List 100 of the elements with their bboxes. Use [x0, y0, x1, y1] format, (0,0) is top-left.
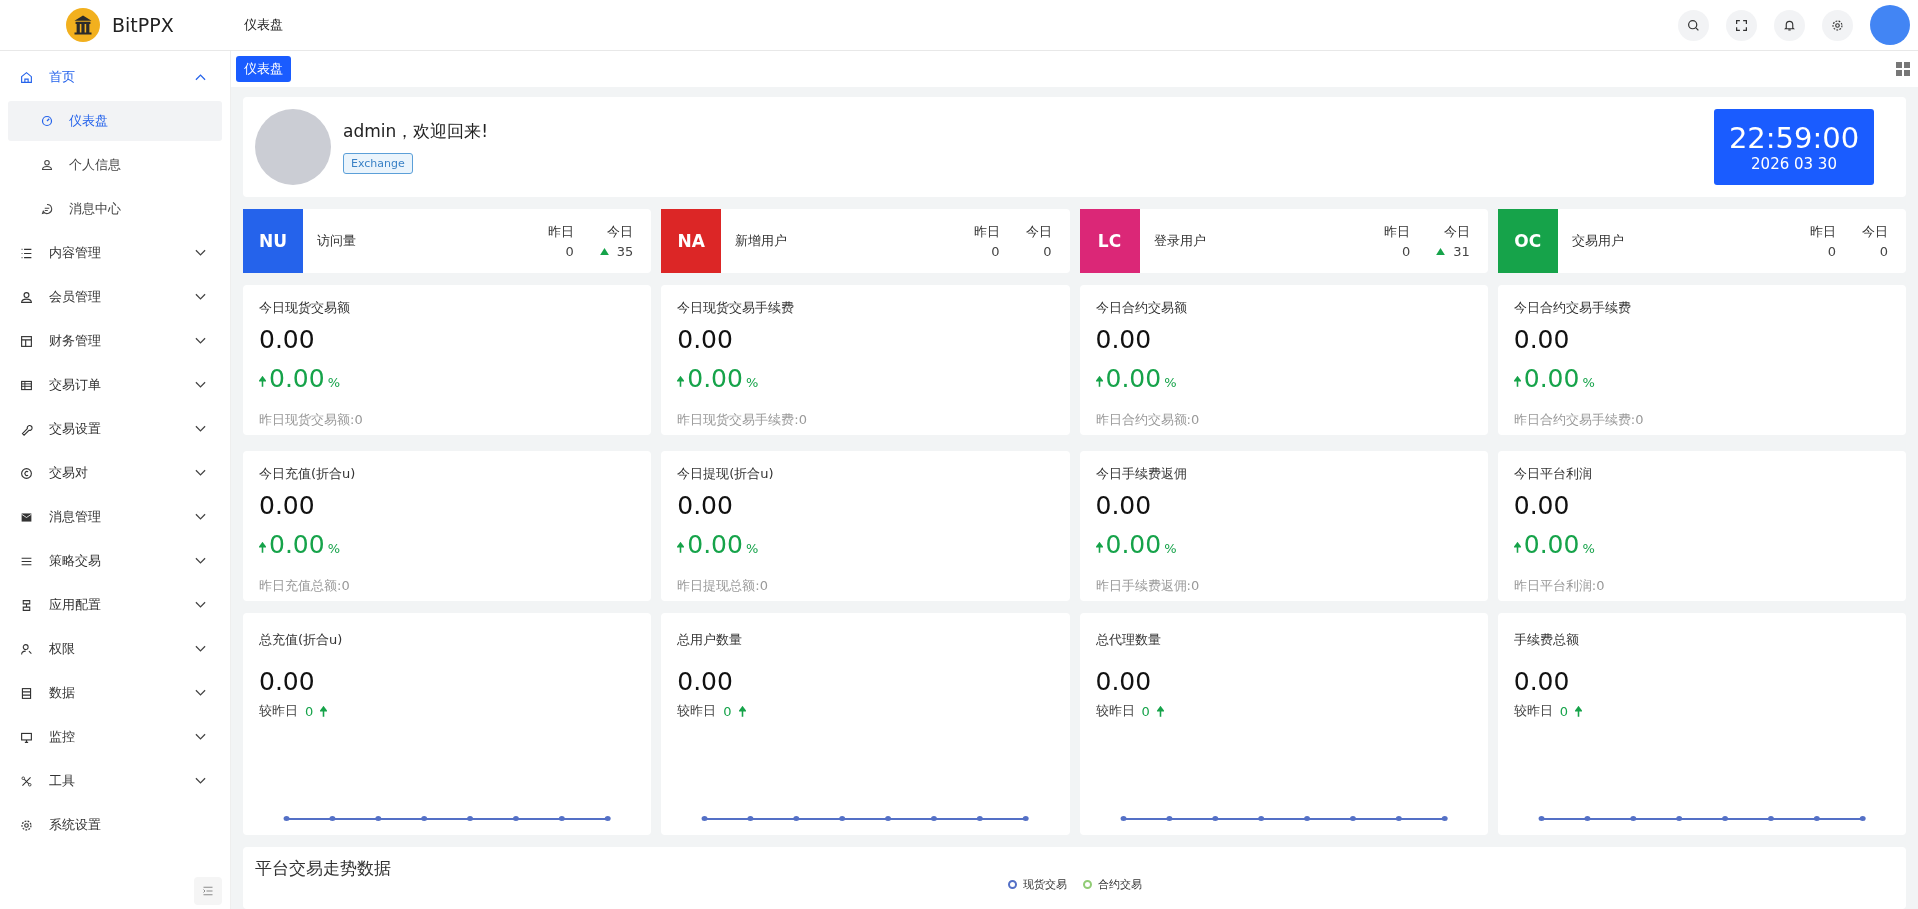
sidebar-item[interactable]: 交易对 — [0, 451, 230, 495]
stat-value: 0 — [1401, 244, 1411, 259]
metric-title: 今日合约交易手续费 — [1513, 299, 1632, 317]
stat-label: 今日 — [1025, 223, 1052, 241]
metric-title: 今日手续费返佣 — [1095, 465, 1188, 483]
stat-value: 0 — [1879, 244, 1888, 259]
logo-text: BitPPX — [112, 14, 174, 36]
sidebar-item[interactable]: 监控 — [0, 715, 230, 759]
sidebar-item[interactable]: 系统设置 — [0, 803, 230, 847]
sidebar-item[interactable]: 数据 — [0, 671, 230, 715]
compare-label: 较昨日 — [677, 702, 717, 720]
metric-footer: 昨日充值总额:0 — [259, 577, 636, 595]
stat-label: 今日 — [1862, 223, 1888, 241]
avatar[interactable] — [1870, 5, 1910, 45]
up-arrow-icon — [1513, 542, 1521, 553]
metric-value: 0.00 — [1513, 325, 1571, 354]
tab[interactable]: 仪表盘 — [236, 56, 291, 82]
stat-value: 0 — [1043, 244, 1052, 259]
sidebar-subitem[interactable]: 个人信息 — [8, 145, 222, 185]
compare-value: 0 — [1141, 703, 1150, 719]
metric-value: 0.00 — [677, 491, 734, 520]
wrench-icon — [20, 422, 33, 436]
metric-title: 今日合约交易额 — [1095, 299, 1188, 317]
change-unit: % — [1164, 375, 1177, 390]
sidebar-item[interactable]: 策略交易 — [0, 539, 230, 583]
chevron-down-icon — [195, 777, 206, 785]
clock-time: 22:59:00 — [1728, 121, 1860, 155]
metric-value: 0.00 — [1513, 491, 1571, 520]
notification-button[interactable] — [1774, 9, 1805, 41]
clock-date: 2026 03 30 — [1751, 155, 1837, 173]
chat-icon — [41, 203, 53, 215]
stat-title: 访问量 — [317, 232, 357, 250]
compare-value: 0 — [723, 703, 732, 719]
copyright-icon — [20, 466, 33, 480]
chevron-down-icon — [195, 513, 206, 521]
compare-value: 0 — [305, 703, 314, 719]
compare-label: 较昨日 — [1095, 702, 1135, 720]
gauge-icon — [41, 115, 53, 127]
settings-button[interactable] — [1822, 9, 1853, 41]
sidebar-item[interactable]: 消息管理 — [0, 495, 230, 539]
grid-icon — [20, 378, 33, 392]
total-value: 0.00 — [677, 667, 734, 696]
stat-title: 新增用户 — [735, 232, 789, 250]
metric-footer: 昨日手续费返佣:0 — [1095, 577, 1472, 595]
metric-title: 今日平台利润 — [1513, 465, 1593, 483]
sidebar-item[interactable]: 财务管理 — [0, 319, 230, 363]
sidebar-item[interactable]: 交易设置 — [0, 407, 230, 451]
up-arrow-icon — [320, 705, 328, 717]
user-icon — [20, 290, 33, 304]
sidebar-item[interactable]: 工具 — [0, 759, 230, 803]
metric-value: 0.00 — [1095, 491, 1153, 520]
sidebar-item[interactable]: 首页 — [0, 55, 230, 99]
total-value: 0.00 — [1513, 667, 1571, 696]
up-arrow-icon — [259, 542, 266, 553]
fullscreen-button[interactable] — [1726, 9, 1757, 41]
up-arrow-icon — [1156, 705, 1164, 717]
change-value: 0.00 — [687, 530, 743, 559]
stat-badge: NU — [243, 209, 303, 273]
legend-label[interactable]: 现货交易 — [1022, 877, 1067, 892]
change-unit: % — [745, 541, 759, 556]
search-icon — [1687, 18, 1700, 32]
stat-label: 今日 — [607, 223, 634, 241]
logo-icon — [66, 8, 100, 42]
change-value: 0.00 — [1523, 364, 1580, 393]
sidebar-item[interactable]: 交易订单 — [0, 363, 230, 407]
sidebar-subitem[interactable]: 仪表盘 — [8, 101, 222, 141]
sidebar-item[interactable]: 权限 — [0, 627, 230, 671]
settings-icon — [20, 818, 33, 832]
up-arrow-icon — [738, 705, 746, 717]
legend-label[interactable]: 合约交易 — [1097, 877, 1142, 892]
chevron-down-icon — [195, 293, 206, 301]
total-title: 手续费总额 — [1513, 631, 1580, 649]
collapse-sidebar-button[interactable] — [194, 877, 222, 905]
metric-value: 0.00 — [259, 491, 316, 520]
sidebar-item[interactable]: 应用配置 — [0, 583, 230, 627]
sidebar-subitem[interactable]: 消息中心 — [8, 189, 222, 229]
metric-title: 今日充值(折合u) — [259, 465, 357, 483]
metric-footer: 昨日合约交易手续费:0 — [1513, 411, 1890, 429]
compare-value: 0 — [1559, 703, 1569, 719]
chevron-down-icon — [195, 557, 206, 565]
sidebar-item[interactable]: 会员管理 — [0, 275, 230, 319]
scissors-icon — [20, 774, 33, 788]
change-unit: % — [1582, 375, 1595, 390]
compare-label: 较昨日 — [259, 702, 298, 720]
metric-value: 0.00 — [1095, 325, 1153, 354]
up-arrow-icon — [1513, 376, 1521, 387]
welcome-text: admin，欢迎回来! — [343, 120, 489, 143]
chevron-down-icon — [195, 425, 206, 433]
panel-title: 平台交易走势数据 — [255, 857, 391, 880]
grid-icon[interactable] — [1896, 62, 1910, 76]
stat-value: 31 — [1453, 244, 1470, 259]
chevron-down-icon — [195, 469, 206, 477]
up-arrow-icon — [677, 376, 685, 387]
role-tag: Exchange — [343, 153, 413, 174]
search-button[interactable] — [1678, 9, 1709, 41]
sidebar-item[interactable]: 内容管理 — [0, 231, 230, 275]
metric-footer: 昨日提现总额:0 — [677, 577, 1054, 595]
stat-badge: LC — [1079, 209, 1140, 273]
metric-value: 0.00 — [677, 325, 734, 354]
change-value: 0.00 — [269, 530, 325, 559]
